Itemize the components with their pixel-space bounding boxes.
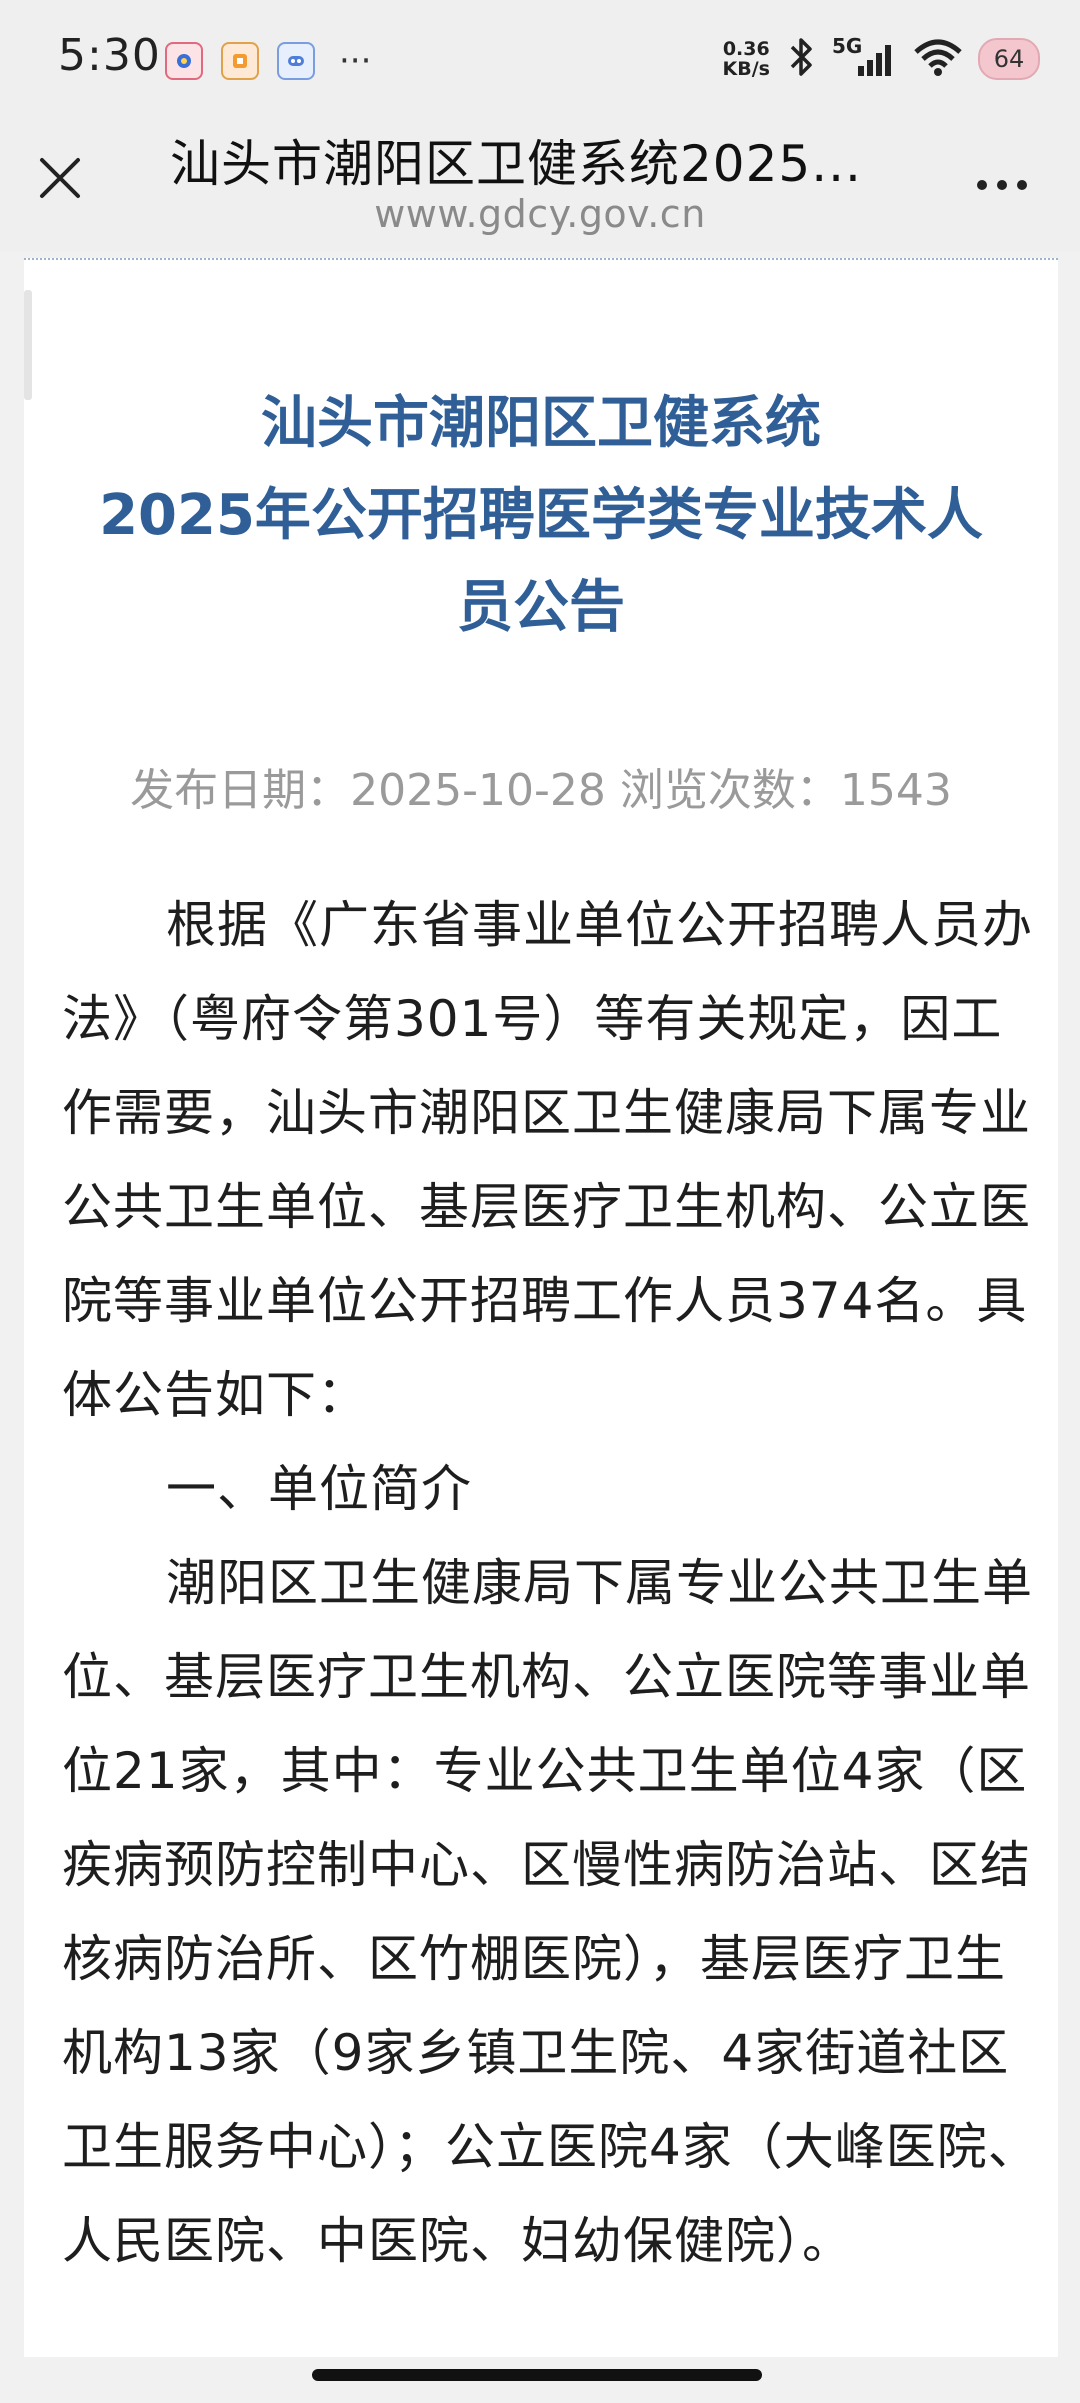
article-title-line: 汕头市潮阳区卫健系统	[261, 391, 821, 456]
page-title: 汕头市潮阳区卫健系统2025...	[170, 135, 862, 193]
app-notification-icon	[221, 42, 259, 80]
browser-title-bar: 汕头市潮阳区卫健系统2025... www.gdcy.gov.cn	[0, 120, 1080, 252]
more-dot-icon	[977, 180, 987, 190]
notification-icons: ···	[165, 42, 371, 80]
more-options-button[interactable]	[962, 170, 1042, 200]
app-notification-icon	[277, 42, 315, 80]
wifi-icon	[912, 36, 964, 82]
bluetooth-icon	[784, 36, 818, 82]
network-speed: 0.36 KB/s	[723, 39, 770, 79]
status-bar: 5:30 ··· 0.36 KB/s 5G 64	[0, 0, 1080, 120]
system-status-icons: 0.36 KB/s 5G 64	[723, 34, 1040, 82]
article-title-line: 2025年公开招聘医学类专业技术人	[99, 483, 983, 548]
home-gesture-bar[interactable]	[312, 2369, 762, 2381]
more-notifications-indicator: ···	[339, 41, 372, 81]
article-body: 根据《广东省事业单位公开招聘人员办法》（粤府令第301号）等有关规定，因工作需要…	[62, 878, 1042, 2288]
network-speed-value: 0.36	[722, 38, 770, 60]
close-icon	[40, 158, 80, 198]
app-notification-icon	[165, 42, 203, 80]
more-dot-icon	[1017, 180, 1027, 190]
section-heading: 一、单位简介	[166, 1460, 472, 1518]
article-paragraph: 根据《广东省事业单位公开招聘人员办法》（粤府令第301号）等有关规定，因工作需要…	[62, 896, 1033, 1424]
more-dot-icon	[997, 180, 1007, 190]
status-time: 5:30	[58, 30, 161, 81]
battery-icon: 64	[978, 38, 1040, 80]
article-container: 汕头市潮阳区卫健系统 2025年公开招聘医学类专业技术人 员公告 发布日期：20…	[24, 258, 1058, 2359]
network-speed-unit: KB/s	[722, 58, 770, 80]
page-url: www.gdcy.gov.cn	[374, 192, 706, 236]
web-content[interactable]: 汕头市潮阳区卫健系统 2025年公开招聘医学类专业技术人 员公告 发布日期：20…	[0, 252, 1080, 2359]
article-title: 汕头市潮阳区卫健系统 2025年公开招聘医学类专业技术人 员公告	[24, 378, 1058, 654]
article-title-line: 员公告	[457, 575, 625, 640]
article-meta: 发布日期：2025-10-28 浏览次数：1543	[130, 765, 952, 816]
close-button[interactable]	[30, 148, 90, 208]
signal-icon: 5G	[832, 34, 898, 80]
article-paragraph: 潮阳区卫生健康局下属专业公共卫生单位、基层医疗卫生机构、公立医院等事业单位21家…	[62, 1554, 1039, 2270]
system-nav-bar	[0, 2357, 1080, 2403]
